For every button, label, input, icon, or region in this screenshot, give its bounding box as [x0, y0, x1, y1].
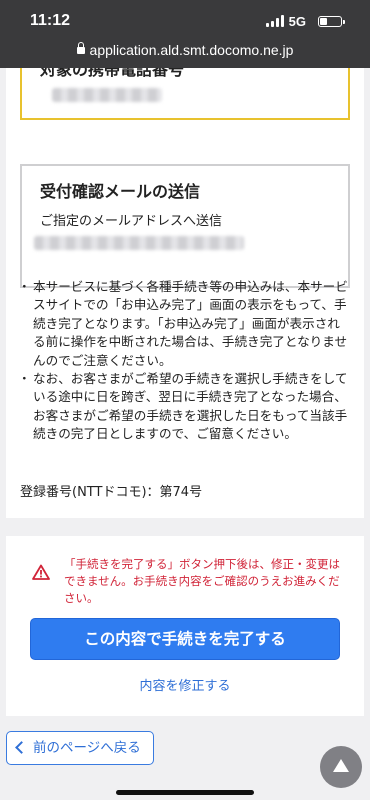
- lock-icon: [76, 42, 85, 54]
- warning-icon: [32, 564, 50, 580]
- confirmation-card: 対象の携帯電話番号 受付確認メールの送信 ご指定のメールアドレスへ送信 本サービ…: [6, 68, 364, 518]
- email-section-subtitle: ご指定のメールアドレスへ送信: [40, 214, 223, 229]
- notes-list: 本サービスに基づく各種手続き等の申込みは、本サービスサイトでの「お申込み完了」画…: [18, 278, 350, 444]
- status-bar: 11:12 5G application.ald.smt.docomo.ne.j…: [0, 0, 370, 68]
- note-item: なお、お客さまがご希望の手続きを選択し手続きをしている途中に日を跨ぎ、翌日に手続…: [18, 370, 350, 444]
- arrow-up-icon: [333, 759, 349, 772]
- email-address-redacted: [34, 236, 244, 250]
- phone-number-section: 対象の携帯電話番号: [20, 68, 350, 120]
- email-section: 受付確認メールの送信 ご指定のメールアドレスへ送信: [20, 164, 350, 288]
- battery-icon: [318, 16, 345, 27]
- action-card: 「手続きを完了する」ボタン押下後は、修正・変更はできません。お手続き内容をご確認…: [6, 536, 364, 716]
- status-time: 11:12: [30, 12, 71, 29]
- phone-number-redacted: [52, 88, 162, 102]
- email-section-title: 受付確認メールの送信: [40, 182, 201, 201]
- url-text: application.ald.smt.docomo.ne.jp: [89, 42, 294, 58]
- phone-section-title: 対象の携帯電話番号: [40, 68, 185, 79]
- back-button[interactable]: 前のページへ戻る: [6, 731, 154, 765]
- address-bar[interactable]: application.ald.smt.docomo.ne.jp: [0, 42, 370, 58]
- complete-button[interactable]: この内容で手続きを完了する: [30, 618, 340, 660]
- back-button-label: 前のページへ戻る: [33, 740, 141, 756]
- note-item: 本サービスに基づく各種手続き等の申込みは、本サービスサイトでの「お申込み完了」画…: [18, 278, 350, 370]
- scroll-to-top-button[interactable]: [320, 746, 362, 788]
- modify-link[interactable]: 内容を修正する: [6, 675, 364, 694]
- network-type: 5G: [288, 14, 306, 29]
- signal-icon: [266, 15, 284, 27]
- registration-number: 登録番号(NTTドコモ)：第74号: [20, 485, 203, 500]
- warning-message: 「手続きを完了する」ボタン押下後は、修正・変更はできません。お手続き内容をご確認…: [64, 557, 340, 605]
- home-indicator: [116, 790, 254, 795]
- chevron-left-icon: [15, 741, 28, 754]
